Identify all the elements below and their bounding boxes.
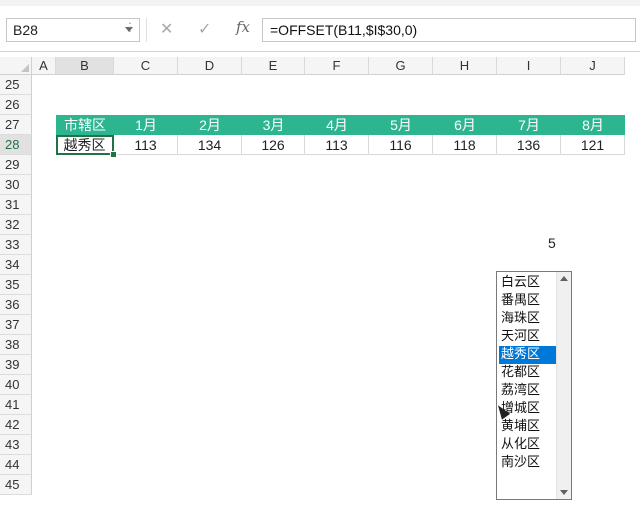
divider: [146, 18, 147, 42]
table-data-cell[interactable]: 126: [242, 135, 305, 155]
table-data-cell[interactable]: 118: [433, 135, 497, 155]
table-header-cell[interactable]: 5月: [369, 115, 433, 135]
listbox-item[interactable]: 海珠区: [499, 310, 557, 328]
table-header-cell[interactable]: 3月: [242, 115, 305, 135]
row-header-45[interactable]: 45: [0, 475, 32, 495]
row-header-39[interactable]: 39: [0, 355, 32, 375]
table-data-cell[interactable]: 134: [178, 135, 242, 155]
column-header-a[interactable]: A: [32, 57, 56, 75]
scroll-down-icon[interactable]: [560, 490, 568, 495]
column-header-h[interactable]: H: [433, 57, 497, 75]
row-header-44[interactable]: 44: [0, 455, 32, 475]
worksheet-grid[interactable]: ABCDEFGHIJ 25 26 27 28 29 30 31 32 33 34 35 36 37 38 3…: [0, 57, 640, 505]
row-header-33[interactable]: 33: [0, 235, 32, 255]
table-header-cell[interactable]: 7月: [497, 115, 561, 135]
district-listbox[interactable]: 白云区 番禺区 海珠区 天河区 越秀区 花都区 荔湾区 增城区 黄埔区 从化区 南沙区: [496, 271, 572, 500]
row-header-43[interactable]: 43: [0, 435, 32, 455]
formula-bar: B28 ⋮ ✕ ✓ fx =OFFSET(B11,$I$30,0): [0, 6, 640, 52]
table-data-cell[interactable]: 113: [305, 135, 369, 155]
listbox-item[interactable]: 越秀区: [499, 346, 557, 364]
table-data-cell[interactable]: 121: [561, 135, 625, 155]
listbox-item[interactable]: 荔湾区: [499, 382, 557, 400]
row-header-37[interactable]: 37: [0, 315, 32, 335]
name-box-value: B28: [13, 22, 38, 38]
row-header-28[interactable]: 28: [0, 135, 32, 155]
formula-text: =OFFSET(B11,$I$30,0): [270, 22, 418, 38]
listbox-item[interactable]: 番禺区: [499, 292, 557, 310]
fill-handle[interactable]: [110, 151, 117, 158]
listbox-item[interactable]: 花都区: [499, 364, 557, 382]
table-data-cell[interactable]: 136: [497, 135, 561, 155]
listbox-item[interactable]: 从化区: [499, 436, 557, 454]
table-header-cell[interactable]: 6月: [433, 115, 497, 135]
more-options-icon[interactable]: ⋮: [124, 20, 136, 34]
column-header-j[interactable]: J: [561, 57, 625, 75]
table-header-cell[interactable]: 2月: [178, 115, 242, 135]
listbox-scrollbar[interactable]: [556, 272, 571, 499]
row-header-38[interactable]: 38: [0, 335, 32, 355]
column-header-d[interactable]: D: [178, 57, 242, 75]
row-header-34[interactable]: 34: [0, 255, 32, 275]
column-header-f[interactable]: F: [305, 57, 369, 75]
row-header-25[interactable]: 25: [0, 75, 32, 95]
listbox-item[interactable]: 白云区: [499, 274, 557, 292]
listbox-item[interactable]: 天河区: [499, 328, 557, 346]
row-header-31[interactable]: 31: [0, 195, 32, 215]
listbox-item[interactable]: 南沙区: [499, 454, 557, 472]
row-header-26[interactable]: 26: [0, 95, 32, 115]
name-box[interactable]: B28: [6, 18, 140, 42]
table-data-cell[interactable]: 113: [114, 135, 178, 155]
listbox-item[interactable]: 黄埔区: [499, 418, 557, 436]
row-header-27[interactable]: 27: [0, 115, 32, 135]
row-header-35[interactable]: 35: [0, 275, 32, 295]
table-data-cell[interactable]: 116: [369, 135, 433, 155]
row-header-36[interactable]: 36: [0, 295, 32, 315]
formula-input[interactable]: =OFFSET(B11,$I$30,0): [262, 18, 636, 42]
cell-i30[interactable]: 5: [548, 235, 556, 251]
table-header-cell[interactable]: 市辖区: [56, 115, 114, 135]
column-header-g[interactable]: G: [369, 57, 433, 75]
row-header-32[interactable]: 32: [0, 215, 32, 235]
row-header-40[interactable]: 40: [0, 375, 32, 395]
select-all-corner[interactable]: [0, 57, 32, 75]
table-header-cell[interactable]: 1月: [114, 115, 178, 135]
enter-icon[interactable]: ✓: [198, 19, 211, 38]
insert-function-icon[interactable]: fx: [236, 18, 250, 36]
column-header-b[interactable]: B: [56, 57, 114, 75]
selected-cell-b28[interactable]: 越秀区: [56, 135, 114, 155]
column-header-i[interactable]: I: [497, 57, 561, 75]
table-header-cell[interactable]: 4月: [305, 115, 369, 135]
row-header-41[interactable]: 41: [0, 395, 32, 415]
cancel-icon[interactable]: ✕: [160, 19, 173, 38]
column-header-e[interactable]: E: [242, 57, 305, 75]
column-header-c[interactable]: C: [114, 57, 178, 75]
row-header-29[interactable]: 29: [0, 155, 32, 175]
scroll-up-icon[interactable]: [560, 276, 568, 281]
row-header-30[interactable]: 30: [0, 175, 32, 195]
row-header-42[interactable]: 42: [0, 415, 32, 435]
table-header-cell[interactable]: 8月: [561, 115, 625, 135]
